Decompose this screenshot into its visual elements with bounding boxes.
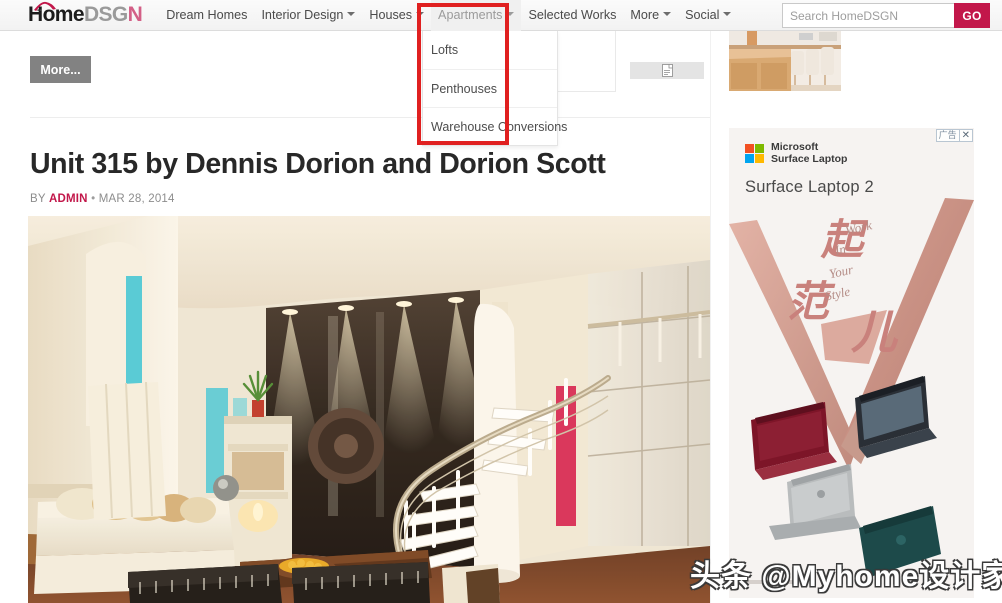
article-author[interactable]: ADMIN (49, 193, 88, 205)
watermark: 头条 @Myhome设计家 (690, 560, 1002, 593)
article-byline: BY ADMIN • MAR 28, 2014 (30, 193, 175, 205)
nav-item-social[interactable]: Social (678, 0, 738, 31)
chevron-down-icon (723, 12, 732, 17)
nav-item-apartments[interactable]: Apartments (431, 0, 522, 31)
chevron-down-icon (347, 12, 356, 17)
site-header: HomeDSGN Dream Homes Interior Design Hou… (0, 0, 1002, 31)
search-go-button[interactable]: GO (954, 3, 990, 28)
broken-image-placeholder (630, 62, 704, 79)
logo-part-n: N (127, 2, 143, 26)
nav-label: Interior Design (261, 7, 344, 22)
nav-label: Dream Homes (166, 7, 248, 22)
content-card-outline (556, 30, 616, 92)
nav-label: Selected Works (528, 7, 617, 22)
logo-part-dsg: DSG (83, 2, 128, 26)
ad-brand-text: Microsoft Surface Laptop (771, 141, 848, 165)
main-navigation: Dream Homes Interior Design Houses Apart… (159, 0, 738, 31)
nav-label: Apartments (438, 7, 503, 22)
nav-item-selected-works[interactable]: Selected Works (521, 0, 623, 31)
site-logo[interactable]: HomeDSGN (28, 0, 143, 31)
ad-label-tag[interactable]: 广告 (935, 129, 960, 142)
dropdown-item-warehouse-conversions[interactable]: Warehouse Conversions (423, 107, 567, 145)
ad-controls: 广告 ✕ (935, 129, 973, 142)
dropdown-item-label: Warehouse Conversions (431, 120, 568, 134)
related-thumbnail[interactable] (729, 29, 841, 91)
page-title: Unit 315 by Dennis Dorion and Dorion Sco… (30, 148, 606, 180)
nav-item-dream-homes[interactable]: Dream Homes (159, 0, 254, 31)
ad-headline: Surface Laptop 2 (745, 178, 874, 196)
nav-item-interior-design[interactable]: Interior Design (254, 0, 362, 31)
ad-cn-char-2: 范 (787, 280, 830, 326)
microsoft-squares-icon (745, 144, 764, 163)
broken-image-icon (661, 64, 673, 77)
microsoft-logo: Microsoft Surface Laptop (745, 141, 848, 165)
dropdown-item-lofts[interactable]: Lofts (423, 31, 557, 69)
dropdown-item-label: Lofts (431, 43, 459, 57)
search-input[interactable] (782, 3, 954, 28)
nav-label: Houses (369, 7, 413, 22)
content-sidebar-rule (710, 0, 711, 603)
chevron-down-icon (663, 12, 672, 17)
roof-icon (34, 1, 56, 11)
ad-cn-char-3: 儿 (851, 307, 897, 358)
apartments-dropdown-menu: Lofts Penthouses Warehouse Conversions (422, 31, 567, 146)
article-date: MAR 28, 2014 (98, 193, 175, 205)
nav-label: Social (685, 7, 720, 22)
chevron-down-icon (416, 12, 425, 17)
sidebar-advertisement[interactable]: 广告 ✕ Microsoft Surface Laptop Surface La… (729, 128, 974, 598)
chevron-down-icon (506, 12, 515, 17)
ad-close-icon[interactable]: ✕ (959, 129, 973, 142)
article-hero-image[interactable] (28, 216, 710, 603)
nav-label: More (630, 7, 660, 22)
ad-brand-line2: Surface Laptop (771, 152, 848, 165)
section-divider (30, 117, 710, 118)
nav-item-more[interactable]: More (623, 0, 678, 31)
byline-separator: • (91, 193, 96, 205)
dropdown-item-penthouses[interactable]: Penthouses (423, 69, 557, 107)
dropdown-item-label: Penthouses (431, 82, 498, 96)
search-form: GO (782, 3, 990, 28)
nav-item-houses[interactable]: Houses (362, 0, 431, 31)
byline-prefix: BY (30, 193, 46, 205)
page-root: HomeDSGN Dream Homes Interior Design Hou… (0, 0, 1002, 603)
ad-brand-line1: Microsoft (771, 141, 819, 153)
more-button[interactable]: More... (30, 56, 91, 83)
